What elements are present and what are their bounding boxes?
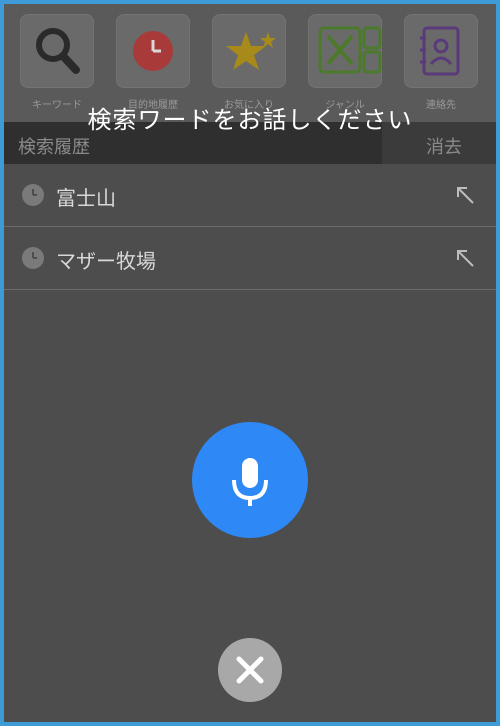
arrow-up-left-icon[interactable]: [454, 247, 476, 269]
microphone-button[interactable]: [192, 422, 308, 538]
contacts-icon: [420, 26, 460, 76]
list-item[interactable]: 富士山: [4, 164, 496, 227]
close-icon: [236, 656, 264, 684]
close-button[interactable]: [218, 638, 282, 702]
contacts-tile[interactable]: [404, 14, 478, 88]
microphone-icon: [232, 458, 268, 506]
list-item-text: マザー牧場: [56, 249, 156, 273]
clock-icon: [22, 184, 44, 206]
destination-history-tile[interactable]: [116, 14, 190, 88]
history-title: 検索履歴: [18, 137, 90, 158]
voice-prompt: 検索ワードをお話しください: [87, 106, 413, 134]
favorites-tile[interactable]: [212, 14, 286, 88]
list-item[interactable]: マザー牧場: [4, 227, 496, 290]
history-list: 富士山 マザー牧場: [4, 164, 496, 290]
clear-history-button[interactable]: 消去: [426, 133, 462, 159]
genre-tile[interactable]: [308, 14, 382, 88]
clock-icon: [22, 247, 44, 269]
history-clock-icon: [133, 31, 173, 71]
star-icon: [226, 32, 276, 70]
keyword-search-tile[interactable]: [20, 14, 94, 88]
arrow-up-left-icon[interactable]: [454, 184, 476, 206]
search-icon: [36, 28, 80, 74]
restaurant-icon: [318, 26, 382, 74]
voice-search-overlay: キーワード 目的地履歴 お気に入り ジャンル 連絡先 検索履歴 消去 検索ワード…: [4, 4, 496, 722]
list-item-text: 富士山: [56, 186, 116, 210]
